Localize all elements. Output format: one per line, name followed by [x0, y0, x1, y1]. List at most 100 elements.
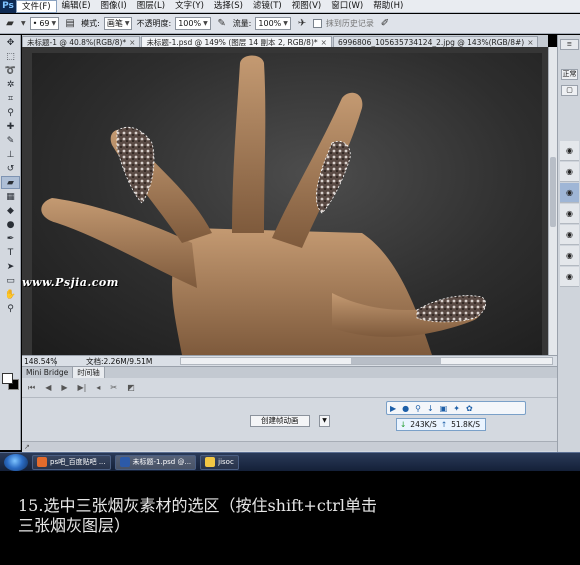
healing-brush-tool-icon[interactable]: ✚ — [1, 120, 20, 133]
menu-select[interactable]: 选择(S) — [209, 0, 248, 13]
pressure-size-icon[interactable]: ✐ — [378, 17, 392, 31]
menu-filter[interactable]: 滤镜(T) — [248, 0, 287, 13]
convert-icon[interactable]: ↗ — [24, 443, 30, 451]
audio-icon[interactable]: ◂ — [96, 383, 100, 392]
shield-icon[interactable]: ✦ — [453, 404, 460, 413]
close-icon[interactable]: × — [129, 37, 135, 47]
play-icon[interactable]: ▶ — [61, 383, 67, 392]
brush-panel-icon[interactable]: ▤ — [63, 17, 77, 31]
document-info[interactable]: 文档:2.26M/9.51M — [56, 356, 176, 367]
menu-window[interactable]: 窗口(W) — [326, 0, 368, 13]
tab-document-2[interactable]: 未标题-1.psd @ 149% (图层 14 副本 2, RGB/8)* × — [141, 36, 332, 47]
layer-visibility-eye-icon[interactable]: ◉ — [560, 204, 579, 224]
opacity-field[interactable]: 100% ▼ — [175, 17, 211, 30]
hand-image — [41, 55, 486, 355]
blur-tool-icon[interactable]: ◆ — [1, 204, 20, 217]
marquee-tool-icon[interactable]: ⬚ — [1, 50, 20, 63]
hand-tool-icon[interactable]: ✋ — [1, 288, 20, 301]
foreground-color-swatch[interactable] — [2, 373, 13, 384]
color-swatches[interactable] — [2, 373, 20, 391]
type-tool-icon[interactable]: T — [1, 246, 20, 259]
flow-field[interactable]: 100% ▼ — [255, 17, 291, 30]
airbrush-icon[interactable]: ✈ — [295, 17, 309, 31]
canvas-area[interactable]: www.Psjia.com — [22, 47, 548, 355]
timeline-controls: ⏮ ◀ ▶ ▶| ◂ ✂ ◩ — [22, 378, 557, 398]
shape-tool-icon[interactable]: ▭ — [1, 274, 20, 287]
taskbar-item-photoshop[interactable]: 未标题-1.psd @... — [114, 454, 197, 470]
layers-panel-collapsed: ≡ 正常 ▢ ◉ ◉ ◉ ◉ ◉ ◉ ◉ — [557, 35, 580, 452]
canvas-horizontal-scrollbar[interactable] — [180, 357, 553, 365]
zoom-tool-icon[interactable]: ⚲ — [1, 302, 20, 315]
brush-size-value: 69 — [39, 19, 50, 28]
canvas-vertical-scrollbar[interactable] — [548, 47, 557, 355]
pressure-opacity-icon[interactable]: ✎ — [215, 17, 229, 31]
layer-visibility-eye-icon[interactable]: ◉ — [560, 162, 579, 182]
panel-tab[interactable]: ≡ — [560, 39, 579, 50]
eraser-tool-icon[interactable]: ▰ — [3, 17, 17, 31]
mode-select[interactable]: 画笔 ▼ — [103, 17, 133, 30]
menu-layer[interactable]: 图层(L) — [132, 0, 170, 13]
play-icon[interactable]: ▶ — [390, 404, 396, 413]
scrollbar-thumb[interactable] — [351, 358, 441, 364]
pen-tool-icon[interactable]: ✒ — [1, 232, 20, 245]
clone-stamp-tool-icon[interactable]: ⊥ — [1, 148, 20, 161]
tool-preset-dropdown[interactable]: ▼ — [21, 20, 26, 27]
brush-size-picker[interactable]: • 69 ▼ — [29, 17, 60, 30]
user-icon[interactable]: ● — [402, 404, 409, 413]
settings-icon[interactable]: ✿ — [466, 404, 473, 413]
document-image[interactable] — [32, 53, 542, 355]
lock-options[interactable]: ▢ — [561, 85, 578, 96]
split-icon[interactable]: ✂ — [110, 383, 117, 392]
tools-panel: ✥ ⬚ ➰ ✲ ⌗ ⚲ ✚ ✎ ⊥ ↺ ▰ ▦ ◆ ● ✒ T ➤ ▭ ✋ ⚲ — [0, 35, 21, 450]
menu-edit[interactable]: 编辑(E) — [57, 0, 96, 13]
layer-visibility-eye-icon[interactable]: ◉ — [560, 183, 579, 203]
download-icon[interactable]: ↓ — [427, 404, 434, 413]
lock-icon[interactable]: ▣ — [440, 404, 448, 413]
close-icon[interactable]: × — [321, 37, 327, 47]
opacity-label: 不透明度: — [136, 19, 172, 28]
zoom-level[interactable]: 148.54% — [22, 356, 57, 366]
create-frame-animation-button[interactable]: 创建帧动画 — [250, 415, 310, 427]
blend-mode-select[interactable]: 正常 — [561, 69, 578, 80]
task-label: 未标题-1.psd @... — [132, 458, 192, 466]
tab-timeline[interactable]: 时间轴 — [73, 367, 105, 378]
brush-tool-icon[interactable]: ✎ — [1, 134, 20, 147]
menu-file[interactable]: 文件(F) — [16, 0, 57, 13]
transition-icon[interactable]: ◩ — [127, 383, 135, 392]
eraser-tool-icon[interactable]: ▰ — [1, 176, 20, 189]
tab-document-3[interactable]: 6996806_105635734124_2.jpg @ 143%(RGB/8#… — [332, 36, 539, 47]
layer-visibility-eye-icon[interactable]: ◉ — [560, 141, 579, 161]
menu-help[interactable]: 帮助(H) — [368, 0, 408, 13]
crop-tool-icon[interactable]: ⌗ — [1, 92, 20, 105]
next-frame-icon[interactable]: ▶| — [78, 383, 87, 392]
chevron-down-icon[interactable]: ▼ — [319, 415, 330, 427]
gradient-tool-icon[interactable]: ▦ — [1, 190, 20, 203]
menu-type[interactable]: 文字(Y) — [170, 0, 209, 13]
tab-mini-bridge[interactable]: Mini Bridge — [22, 367, 74, 378]
menu-view[interactable]: 视图(V) — [287, 0, 326, 13]
start-button[interactable] — [4, 453, 28, 471]
path-select-tool-icon[interactable]: ➤ — [1, 260, 20, 273]
quick-select-tool-icon[interactable]: ✲ — [1, 78, 20, 91]
move-tool-icon[interactable]: ✥ — [1, 36, 20, 49]
panel-footer: ↗ — [22, 441, 557, 451]
eyedropper-tool-icon[interactable]: ⚲ — [1, 106, 20, 119]
prev-frame-icon[interactable]: ◀ — [45, 383, 51, 392]
scrollbar-thumb[interactable] — [550, 157, 556, 227]
erase-to-history-checkbox[interactable] — [312, 19, 322, 28]
search-icon[interactable]: ⚲ — [415, 404, 421, 413]
tab-document-1[interactable]: 未标题-1 @ 40.8%(RGB/8)* × — [22, 36, 141, 47]
lasso-tool-icon[interactable]: ➰ — [1, 64, 20, 77]
chevron-down-icon: ▼ — [124, 20, 130, 27]
layer-visibility-eye-icon[interactable]: ◉ — [560, 267, 579, 287]
layer-visibility-eye-icon[interactable]: ◉ — [560, 225, 579, 245]
taskbar-item-folder[interactable]: jisoc — [200, 454, 239, 470]
taskbar-item-browser[interactable]: ps吧_百度贴吧 ... — [32, 454, 111, 470]
close-icon[interactable]: × — [527, 37, 533, 47]
dodge-tool-icon[interactable]: ● — [1, 218, 20, 231]
menu-image[interactable]: 图像(I) — [96, 0, 132, 13]
first-frame-icon[interactable]: ⏮ — [28, 383, 35, 393]
mode-value: 画笔 — [106, 19, 123, 28]
history-brush-tool-icon[interactable]: ↺ — [1, 162, 20, 175]
layer-visibility-eye-icon[interactable]: ◉ — [560, 246, 579, 266]
